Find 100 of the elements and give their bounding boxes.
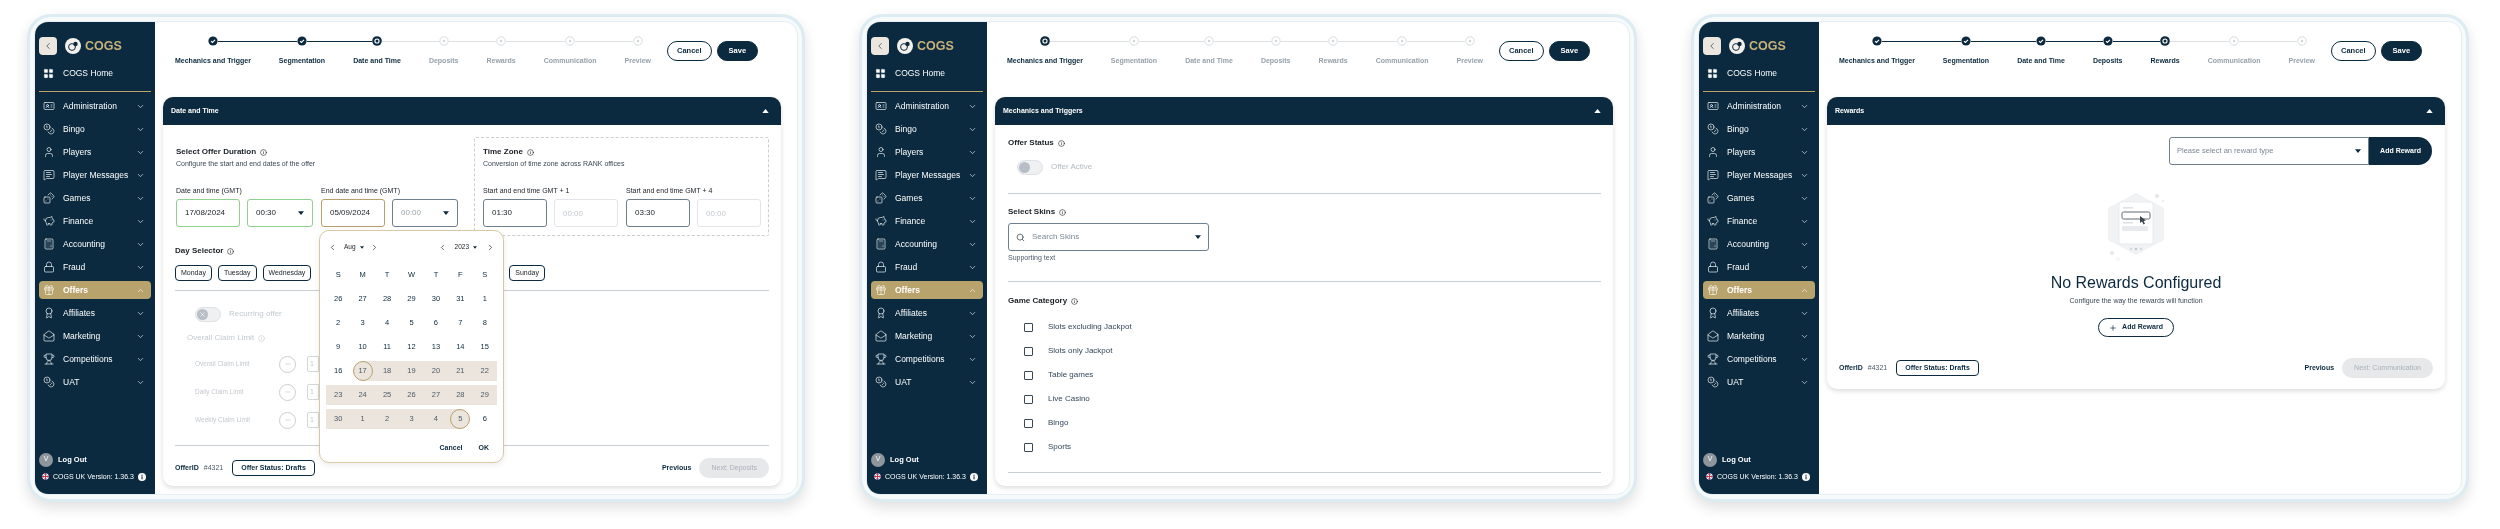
sidebar-item[interactable]: Players — [871, 143, 983, 161]
lock-icon — [1707, 261, 1719, 273]
trophy-icon — [43, 353, 55, 365]
date-field[interactable]: 05/09/2024 — [321, 199, 385, 227]
section-title: Select Skins — [1008, 206, 1056, 218]
checkbox[interactable] — [1024, 322, 1033, 332]
toggle-switch[interactable] — [1017, 159, 1043, 175]
info-icon — [1071, 297, 1079, 305]
sidebar-item[interactable]: Affiliates — [871, 304, 983, 322]
chevron-right-icon[interactable] — [486, 242, 495, 252]
sidebar-item[interactable]: Finance — [39, 212, 151, 230]
sidebar-item[interactable]: Accounting — [39, 235, 151, 253]
back-button[interactable] — [39, 37, 57, 55]
close-icon — [199, 310, 206, 318]
checkbox-label: Slots only Jackpot — [1048, 345, 1113, 357]
back-button[interactable] — [1703, 37, 1721, 55]
sidebar-item[interactable]: Fraud — [1703, 258, 1815, 276]
checkbox[interactable] — [1024, 346, 1033, 356]
section-title: Day Selector — [175, 245, 224, 257]
gift-icon — [1707, 284, 1719, 296]
sidebar-item[interactable]: Player Messages — [871, 166, 983, 184]
minus-icon — [283, 360, 292, 368]
info-icon — [260, 148, 267, 156]
checkbox[interactable] — [1024, 394, 1033, 404]
sidebar-item[interactable]: Administration — [39, 97, 151, 115]
coins-icon — [43, 123, 55, 135]
sidebar-item[interactable]: Accounting — [1703, 235, 1815, 253]
minus-icon — [283, 416, 292, 424]
sidebar-item[interactable]: Games — [1703, 189, 1815, 207]
date-field[interactable]: 17/08/2024 — [176, 199, 240, 227]
caret-icon — [2426, 109, 2433, 113]
lock-icon — [43, 261, 55, 273]
calculator-icon — [875, 238, 887, 250]
info-icon — [1059, 208, 1067, 216]
sidebar-item[interactable]: Competitions — [871, 350, 983, 368]
logo-icon — [897, 38, 913, 54]
sidebar-item[interactable]: Bingo — [871, 120, 983, 138]
search-field[interactable]: Search Skins — [1008, 223, 1209, 251]
home-link[interactable]: COGS Home — [871, 65, 983, 81]
info-icon — [1801, 472, 1810, 481]
coins-icon — [1707, 123, 1719, 135]
award-icon — [875, 307, 887, 319]
envelope-icon — [875, 330, 887, 342]
user-icon — [43, 146, 55, 158]
piggy-bank-icon — [1707, 215, 1719, 227]
user-icon — [875, 146, 887, 158]
sidebar-item[interactable]: UAT — [39, 373, 151, 391]
sidebar-item[interactable]: Marketing — [1703, 327, 1815, 345]
grid-icon — [1707, 67, 1718, 79]
sidebar-item[interactable]: Finance — [871, 212, 983, 230]
sidebar-item[interactable]: Fraud — [871, 258, 983, 276]
grid-icon — [43, 67, 54, 79]
home-link[interactable]: COGS Home — [1703, 65, 1815, 81]
sidebar-item[interactable]: UAT — [871, 373, 983, 391]
sidebar-item[interactable]: Bingo — [1703, 120, 1815, 138]
sidebar-item[interactable]: Marketing — [871, 327, 983, 345]
checkbox[interactable] — [1024, 370, 1033, 380]
checkbox-label: Table games — [1048, 369, 1094, 381]
user-icon — [1707, 146, 1719, 158]
dice-icon — [875, 192, 887, 204]
sidebar-item[interactable]: Games — [871, 189, 983, 207]
sidebar-item[interactable]: Players — [39, 143, 151, 161]
sidebar-item[interactable]: Fraud — [39, 258, 151, 276]
sidebar-item[interactable]: Competitions — [1703, 350, 1815, 368]
sidebar-item[interactable]: Bingo — [39, 120, 151, 138]
chevron-left-icon[interactable] — [328, 242, 337, 252]
id-card-icon — [43, 100, 55, 112]
time-field[interactable]: 01:30 — [483, 199, 547, 227]
caret-icon — [473, 245, 477, 249]
time-field[interactable]: 03:30 — [626, 199, 690, 227]
sidebar-item[interactable]: Finance — [1703, 212, 1815, 230]
sidebar-item[interactable]: Player Messages — [1703, 166, 1815, 184]
sidebar-item[interactable]: Games — [39, 189, 151, 207]
sidebar-item[interactable]: Player Messages — [39, 166, 151, 184]
message-icon — [43, 169, 55, 181]
sidebar-item[interactable]: Administration — [871, 97, 983, 115]
sidebar-item[interactable]: Administration — [1703, 97, 1815, 115]
checkbox[interactable] — [1024, 418, 1033, 428]
caret-icon — [298, 211, 304, 215]
award-icon — [1707, 307, 1719, 319]
coins-icon — [43, 376, 55, 388]
back-button[interactable] — [871, 37, 889, 55]
sidebar-item[interactable]: UAT — [1703, 373, 1815, 391]
info-icon — [137, 472, 146, 481]
sidebar-item[interactable]: Players — [1703, 143, 1815, 161]
sidebar-item[interactable]: Marketing — [39, 327, 151, 345]
award-icon — [43, 307, 55, 319]
flag-icon — [874, 473, 881, 481]
checkbox[interactable] — [1024, 442, 1033, 452]
home-link[interactable]: COGS Home — [39, 65, 151, 81]
sidebar-item[interactable]: Accounting — [871, 235, 983, 253]
calculator-icon — [43, 238, 55, 250]
time-field[interactable]: 00:30 — [247, 199, 313, 227]
sidebar-item[interactable]: Affiliates — [1703, 304, 1815, 322]
sidebar-item[interactable]: Competitions — [39, 350, 151, 368]
sidebar-item[interactable]: Affiliates — [39, 304, 151, 322]
brand-name: COGS — [1749, 39, 1786, 53]
section-title: Select Offer Duration — [176, 146, 256, 158]
checkbox-label: Slots excluding Jackpot — [1048, 321, 1132, 333]
trophy-icon — [1707, 353, 1719, 365]
